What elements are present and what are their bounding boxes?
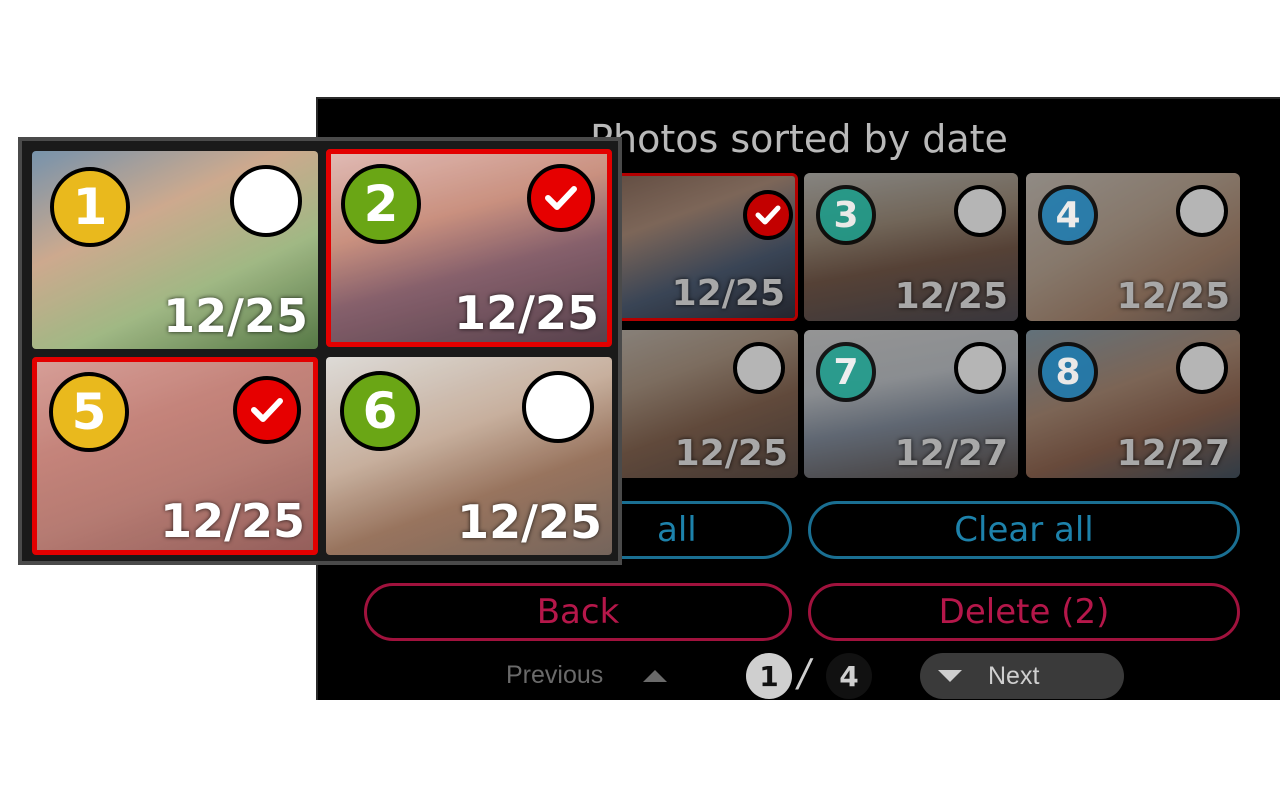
tile-date: 12/25 (160, 494, 305, 548)
selected-checkmark-icon[interactable] (743, 190, 793, 240)
selected-checkmark-icon[interactable] (527, 164, 595, 232)
tile-number-badge: 4 (1038, 185, 1098, 245)
tile-date: 12/25 (454, 286, 599, 340)
tile-date: 12/25 (163, 289, 308, 343)
tile-number-badge: 5 (49, 372, 129, 452)
previous-page-button[interactable]: Previous (506, 661, 668, 690)
unselected-circle-icon[interactable] (954, 185, 1006, 237)
zoom-callout: 1 12/25 2 12/25 5 12/25 6 12/25 (18, 137, 622, 565)
tile-number-badge: 6 (340, 371, 420, 451)
tile-date: 12/25 (1116, 276, 1230, 317)
unselected-circle-icon[interactable] (733, 342, 785, 394)
photo-tile-7[interactable]: 7 12/27 (804, 330, 1018, 478)
unselected-circle-icon[interactable] (954, 342, 1006, 394)
tile-date: 12/27 (1116, 433, 1230, 474)
current-page-indicator: 1 (746, 653, 792, 699)
tile-number-badge: 3 (816, 185, 876, 245)
tile-date: 12/25 (674, 433, 788, 474)
previous-label: Previous (506, 661, 604, 689)
unselected-circle-icon[interactable] (1176, 185, 1228, 237)
unselected-circle-icon[interactable] (522, 371, 594, 443)
photo-tile-4[interactable]: 4 12/25 (1026, 173, 1240, 321)
tile-number-badge: 8 (1038, 342, 1098, 402)
tile-date: 12/25 (671, 273, 785, 314)
next-page-button[interactable]: Next (920, 653, 1124, 699)
selected-checkmark-icon[interactable] (233, 376, 301, 444)
zoom-photo-tile-5[interactable]: 5 12/25 (32, 357, 318, 555)
tile-number-badge: 1 (50, 167, 130, 247)
photo-tile-8[interactable]: 8 12/27 (1026, 330, 1240, 478)
page-separator: / (794, 651, 815, 695)
zoom-photo-tile-2[interactable]: 2 12/25 (326, 149, 612, 347)
zoom-photo-tile-6[interactable]: 6 12/25 (326, 357, 612, 555)
triangle-up-icon (643, 669, 668, 682)
delete-button[interactable]: Delete (2) (808, 583, 1240, 641)
tile-number-badge: 2 (341, 164, 421, 244)
total-pages-indicator: 4 (826, 653, 872, 699)
triangle-down-icon (938, 670, 962, 682)
tile-number-badge: 7 (816, 342, 876, 402)
tile-date: 12/27 (894, 433, 1008, 474)
next-label: Next (988, 661, 1040, 690)
back-button[interactable]: Back (364, 583, 792, 641)
tile-date: 12/25 (457, 495, 602, 549)
zoom-photo-tile-1[interactable]: 1 12/25 (32, 151, 318, 349)
tile-date: 12/25 (894, 276, 1008, 317)
unselected-circle-icon[interactable] (1176, 342, 1228, 394)
unselected-circle-icon[interactable] (230, 165, 302, 237)
clear-all-button[interactable]: Clear all (808, 501, 1240, 559)
photo-tile-3[interactable]: 3 12/25 (804, 173, 1018, 321)
